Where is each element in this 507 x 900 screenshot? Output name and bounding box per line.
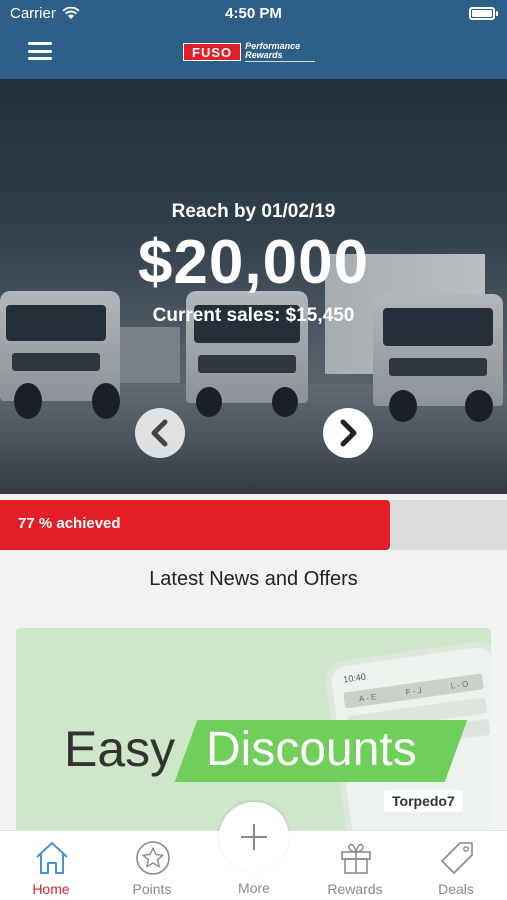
news-section-title: Latest News and Offers [149,568,358,590]
plus-icon [241,824,267,850]
target-date-label: Reach by 01/02/19 [171,201,336,222]
tab-rewards[interactable]: Rewards [305,831,405,900]
battery-icon [469,7,498,20]
tab-points[interactable]: Points [102,831,202,900]
hamburger-menu-button[interactable] [28,42,52,60]
status-bar: Carrier 4:50 PM [0,0,507,28]
fuso-logo: FUSO Performance Rewards [183,42,316,62]
tab-home[interactable]: Home [1,831,101,900]
tab-points-label: Points [132,881,172,897]
top-bar: Carrier 4:50 PM FUSO Performance Rewards [0,0,507,79]
app-screen: Carrier 4:50 PM FUSO Performance Rewards [0,0,507,900]
tab-home-label: Home [32,881,70,897]
tab-more-label: More [238,880,270,896]
chevron-right-icon [340,419,357,447]
chevron-left-icon [151,419,168,447]
progress-label: 77 % achieved [18,515,121,532]
logo-tagline: Performance Rewards [245,42,316,62]
home-icon [36,842,68,874]
star-icon [136,841,170,875]
more-button[interactable] [219,802,289,872]
previous-slide-button[interactable] [135,408,185,458]
torpedo7-logo: Torpedo7 [384,790,463,812]
gift-icon [341,843,371,874]
card-headline-easy: Easy [64,721,176,777]
tab-deals-label: Deals [438,881,474,897]
sales-progress-bar: 77 % achieved [0,500,507,550]
current-sales-label: Current sales: $15,450 [152,305,355,326]
sales-target-banner: Reach by 01/02/19 $20,000 Current sales:… [0,79,507,494]
target-amount: $20,000 [137,228,370,297]
card-headline-discounts: Discounts [206,723,417,776]
tab-deals[interactable]: Deals [406,831,506,900]
tag-icon [441,842,473,874]
logo-brand: FUSO [183,43,242,61]
status-time: 4:50 PM [225,5,282,22]
tab-rewards-label: Rewards [327,881,383,897]
next-slide-button[interactable] [323,408,373,458]
